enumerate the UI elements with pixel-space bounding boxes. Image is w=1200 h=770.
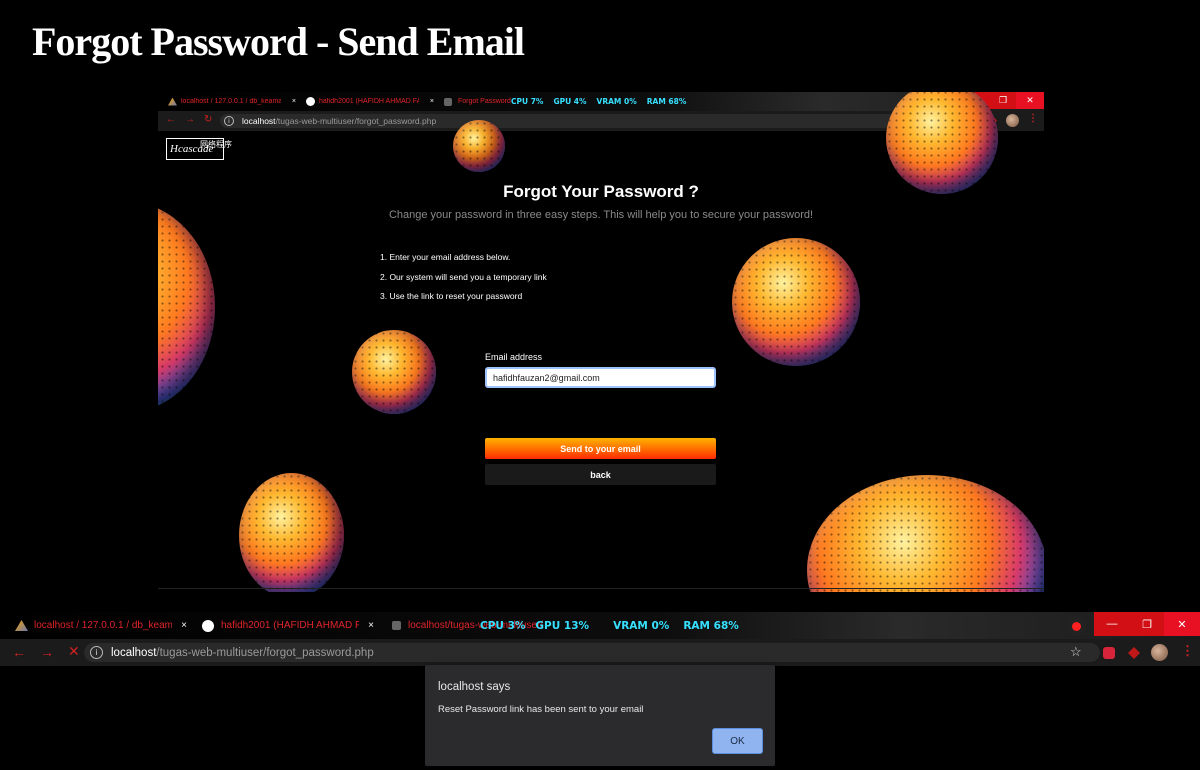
form-title: Forgot Your Password ? [503,182,699,201]
tab-title: localhost / 127.0.0.1 / db_keamar [181,98,281,105]
steps-list: 1. Enter your email address below. 2. Ou… [380,248,547,307]
tab-close-icon[interactable]: × [292,98,296,105]
url-host: localhost [242,116,276,126]
avatar[interactable] [1151,644,1168,661]
phpmyadmin-icon [15,620,28,631]
performance-overlay: CPU 3% GPU 13% VRAM 0% RAM 68% [480,612,749,639]
form-subtitle: Change your password in three easy steps… [388,209,814,221]
page-heading: Forgot Password - Send Email [32,19,525,64]
email-label: Email address [485,352,543,362]
maximize-button[interactable]: ❐ [1130,612,1164,636]
decorative-bubble [352,330,436,414]
alert-dialog: localhost says Reset Password link has b… [425,665,775,766]
dialog-title: localhost says [438,681,511,693]
tab-github[interactable]: hafidh2001 (HAFIDH AHMAD FA × [202,612,374,639]
back-arrow-icon[interactable]: ← [12,644,26,660]
gpu-stat: GPU 13% [535,619,590,632]
maximize-button[interactable]: ❐ [990,92,1016,109]
ok-button[interactable]: OK [712,728,763,754]
decorative-bubble [807,475,1044,592]
decorative-bubble [158,202,215,412]
cpu-stat: CPU 7% [511,97,544,106]
page-favicon-icon [444,97,452,106]
tab-close-icon[interactable]: × [181,620,187,631]
step-item: 1. Enter your email address below. [380,252,511,262]
dialog-message: Reset Password link has been sent to you… [438,704,644,715]
forward-arrow-icon[interactable]: → [185,114,195,125]
tab-title: hafidh2001 (HAFIDH AHMAD FA [319,98,419,105]
vram-stat: VRAM 0% [613,619,670,632]
browser-window-top: localhost / 127.0.0.1 / db_keamar × hafi… [158,92,1044,592]
info-icon[interactable]: i [224,116,234,126]
site-logo-subtitle: 网络程序 [200,140,232,149]
send-email-button[interactable]: Send to your email [485,438,716,459]
github-icon [202,619,214,632]
address-bar[interactable]: i localhost/tugas-web-multiuser/forgot_p… [84,643,1100,662]
github-icon [306,97,315,106]
tab-title: hafidh2001 (HAFIDH AHMAD FA [221,620,359,631]
decorative-bubble [886,92,998,194]
tab-title: localhost / 127.0.0.1 / db_keamar [34,620,172,631]
back-button[interactable]: back [485,464,716,485]
menu-kebab-icon[interactable]: ⋮ [1181,643,1194,659]
record-icon[interactable]: #b2 .rec-icon::after{width:9px;height:9p… [1066,616,1086,636]
divider [158,588,1044,589]
decorative-bubble [453,120,505,172]
url-path: /tugas-web-multiuser/forgot_password.php [156,646,374,659]
tab-close-icon[interactable]: × [368,620,374,631]
stop-icon[interactable]: ✕ [68,643,80,660]
reload-icon[interactable]: ↻ [204,114,212,125]
vram-stat: VRAM 0% [596,97,637,106]
performance-overlay: CPU 7% GPU 4% VRAM 0% RAM 68% [511,92,696,111]
avatar[interactable] [1006,114,1019,127]
decorative-bubble [732,238,860,366]
tab-phpmyadmin[interactable]: localhost / 127.0.0.1 / db_keamar × [168,92,296,111]
forward-arrow-icon[interactable]: → [40,644,54,660]
tab-github[interactable]: hafidh2001 (HAFIDH AHMAD FA × [306,92,434,111]
puzzle-extension-icon[interactable] [1128,647,1140,659]
step-item: 2. Our system will send you a temporary … [380,271,547,282]
tab-phpmyadmin[interactable]: localhost / 127.0.0.1 / db_keamar × [15,612,187,639]
decorative-bubble [239,473,344,592]
tab-close-icon[interactable]: × [430,98,434,105]
cpu-stat: CPU 3% [480,619,526,632]
url-path: /tugas-web-multiuser/forgot_password.php [275,116,437,126]
info-icon[interactable]: i [90,646,103,659]
address-bar[interactable]: i localhost/tugas-web-multiuser/forgot_p… [220,114,968,128]
close-window-button[interactable]: ✕ [1016,92,1044,109]
tab-title: Forgot Password [458,98,511,105]
toolbar: ← → ✕ i localhost/tugas-web-multiuser/fo… [0,639,1200,666]
phpmyadmin-icon [168,97,177,106]
menu-kebab-icon[interactable]: ⋮ [1028,113,1038,124]
page-favicon-icon [392,621,401,630]
email-field[interactable] [485,367,716,388]
extension-icon[interactable] [1103,647,1115,659]
tab-forgot-password[interactable]: Forgot Password [444,92,514,111]
ram-stat: RAM 68% [646,97,687,106]
ram-stat: RAM 68% [683,619,739,632]
gpu-stat: GPU 4% [553,97,587,106]
url-host: localhost [111,646,157,659]
back-arrow-icon[interactable]: ← [166,114,176,125]
minimize-button[interactable]: — [1094,612,1130,636]
tab-bar: localhost / 127.0.0.1 / db_keamar × hafi… [0,612,1200,639]
star-icon[interactable]: ☆ [1070,644,1082,660]
step-item: 3. Use the link to reset your password [380,291,523,301]
close-window-button[interactable]: ✕ [1164,612,1200,636]
